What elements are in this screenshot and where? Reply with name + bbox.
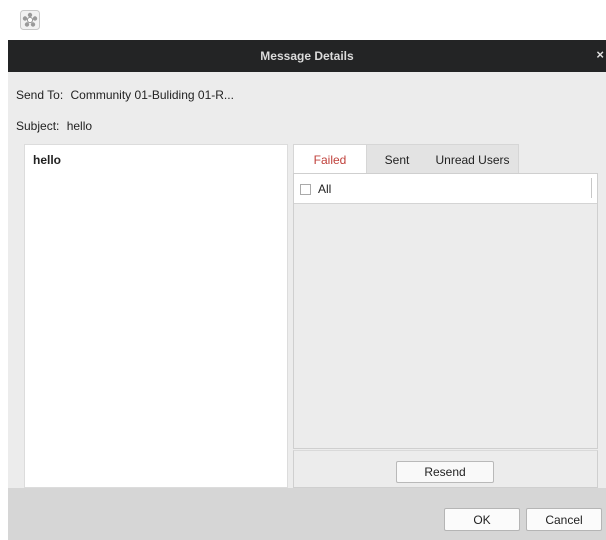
dialog-titlebar: Message Details × bbox=[8, 40, 606, 72]
list-header: All bbox=[294, 174, 597, 204]
cancel-button[interactable]: Cancel bbox=[526, 508, 602, 531]
send-to-row: Send To: Community 01-Buliding 01-R... bbox=[16, 88, 234, 102]
app-gear-icon bbox=[20, 10, 40, 30]
message-details-dialog: Message Details × Send To: Community 01-… bbox=[8, 40, 606, 540]
select-all-checkbox[interactable] bbox=[300, 184, 311, 195]
subject-label: Subject: bbox=[16, 119, 60, 133]
resend-button[interactable]: Resend bbox=[396, 461, 494, 483]
subject-row: Subject: hello bbox=[16, 119, 92, 133]
recipient-list: All bbox=[293, 173, 598, 449]
dialog-button-bar: OK Cancel bbox=[8, 488, 606, 540]
dialog-title: Message Details bbox=[260, 49, 354, 63]
message-body-box: hello bbox=[24, 144, 288, 488]
list-footer: Resend bbox=[293, 450, 598, 488]
list-scrollbar[interactable] bbox=[591, 178, 595, 198]
tab-failed[interactable]: Failed bbox=[293, 144, 367, 174]
subject-value: hello bbox=[66, 119, 93, 133]
send-to-label: Send To: bbox=[16, 88, 64, 102]
ok-button[interactable]: OK bbox=[444, 508, 520, 531]
select-all-label: All bbox=[318, 182, 332, 196]
tab-unread-users[interactable]: Unread Users bbox=[427, 144, 519, 174]
send-to-value: Community 01-Buliding 01-R... bbox=[70, 88, 234, 102]
close-icon[interactable]: × bbox=[596, 47, 604, 62]
tab-sent[interactable]: Sent bbox=[367, 144, 427, 174]
message-body-text: hello bbox=[33, 153, 62, 167]
